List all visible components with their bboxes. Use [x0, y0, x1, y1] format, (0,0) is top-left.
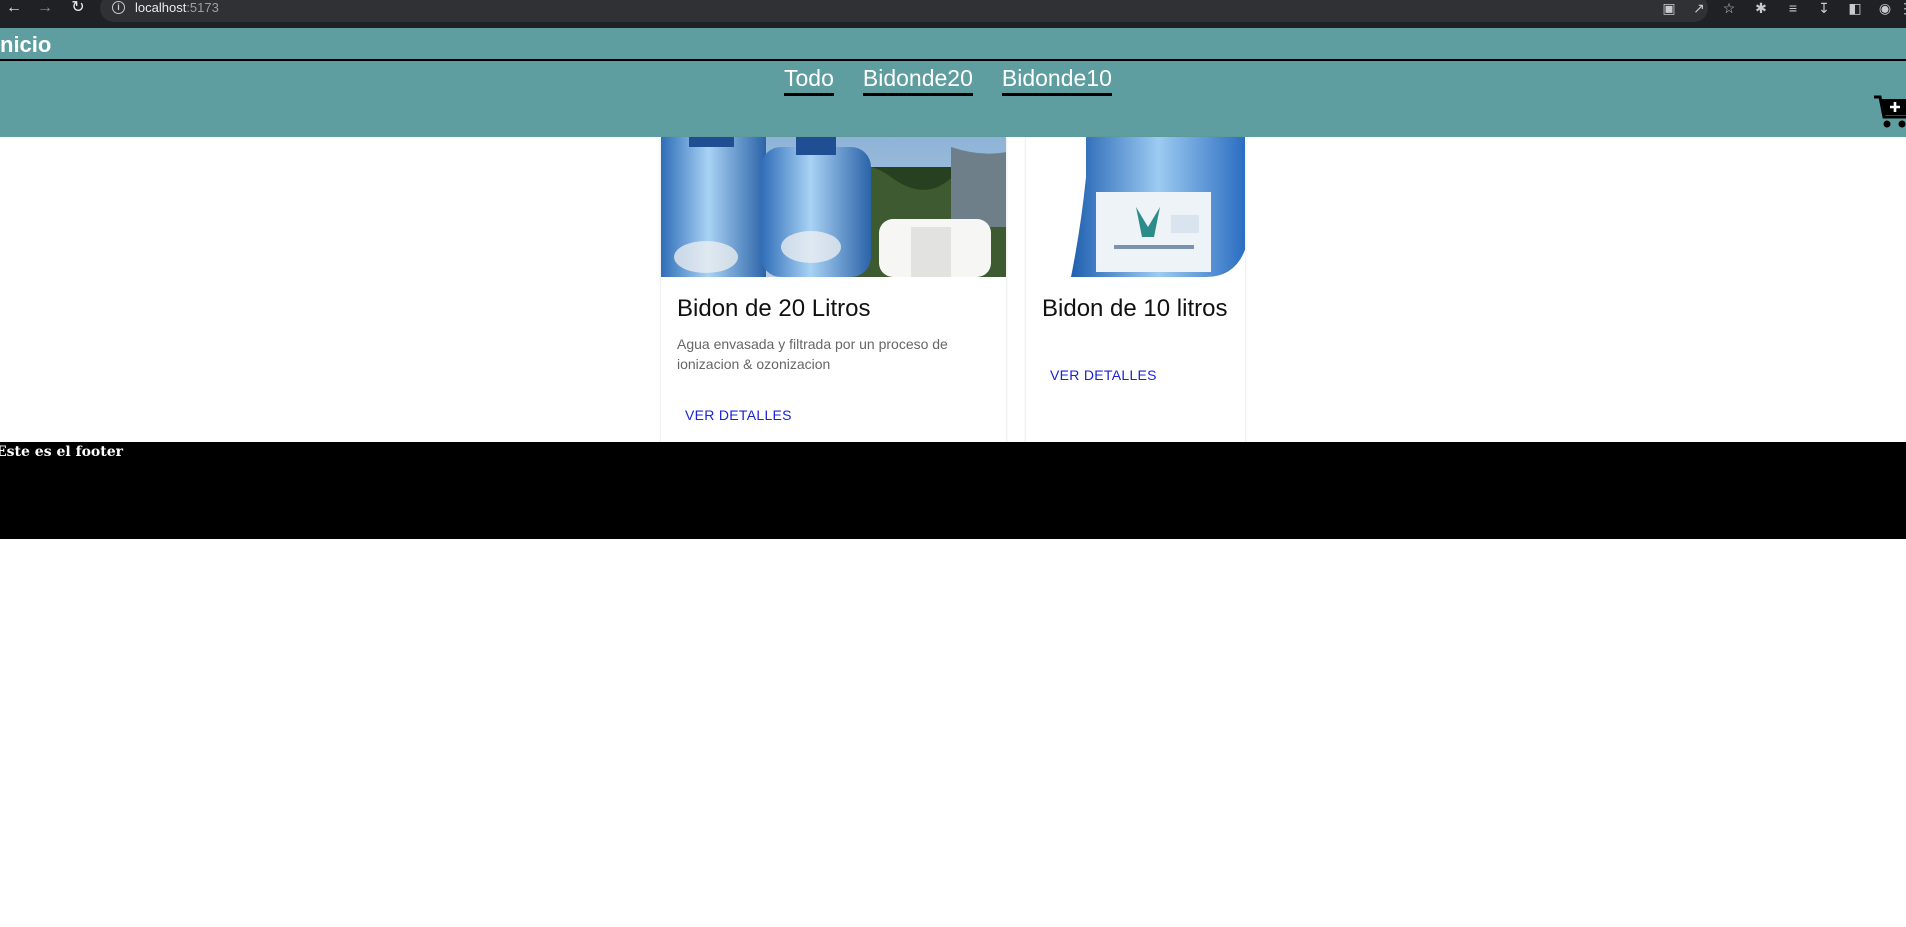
menu-kebab-icon[interactable]: ⋮: [1898, 0, 1906, 16]
app-header: nicio: [0, 28, 1906, 61]
reload-icon[interactable]: ↻: [69, 0, 87, 18]
profile-avatar-icon[interactable]: ◉: [1876, 0, 1894, 16]
product-image-10l: [1026, 137, 1245, 277]
product-card: Bidon de 10 litros VER DETALLES: [1026, 137, 1245, 442]
extensions-icon[interactable]: ✱: [1752, 0, 1770, 16]
site-info-icon[interactable]: i: [112, 1, 125, 14]
footer-text: Este es el footer: [0, 444, 124, 460]
brand-title[interactable]: nicio: [0, 32, 51, 58]
bookmark-star-icon[interactable]: ☆: [1720, 0, 1738, 16]
address-bar[interactable]: [100, 0, 1708, 22]
product-card: Bidon de 20 Litros Agua envasada y filtr…: [661, 137, 1006, 442]
category-nav: Todo Bidonde20 Bidonde10: [0, 61, 1906, 137]
translate-icon[interactable]: ▣: [1660, 0, 1678, 16]
product-description: Agua envasada y filtrada por un proceso …: [677, 336, 948, 372]
ver-detalles-button[interactable]: VER DETALLES: [685, 407, 792, 423]
share-icon[interactable]: ↗: [1690, 0, 1708, 16]
product-title: Bidon de 10 litros: [1042, 295, 1228, 322]
url-text[interactable]: localhost:5173: [135, 0, 219, 15]
side-panel-icon[interactable]: ◧: [1846, 0, 1864, 16]
category-tabs: Todo Bidonde20 Bidonde10: [784, 64, 1112, 96]
product-image-20l: [661, 137, 1006, 277]
back-arrow-icon[interactable]: ←: [5, 0, 23, 18]
product-title: Bidon de 20 Litros: [677, 295, 871, 322]
browser-toolbar: ← → ↻ i localhost:5173 ▣ ↗ ☆ ✱ ≡ ↧ ◧ ◉ ⋮: [0, 0, 1906, 28]
tab-bidonde20[interactable]: Bidonde20: [862, 64, 973, 96]
footer: Este es el footer: [0, 442, 1906, 539]
reading-list-icon[interactable]: ≡: [1784, 0, 1802, 16]
tab-bidonde10[interactable]: Bidonde10: [1001, 64, 1112, 96]
cart-add-icon[interactable]: [1874, 93, 1906, 133]
forward-arrow-icon[interactable]: →: [36, 0, 54, 18]
ver-detalles-button[interactable]: VER DETALLES: [1050, 367, 1157, 383]
download-icon[interactable]: ↧: [1815, 0, 1833, 16]
tab-todo[interactable]: Todo: [784, 64, 834, 96]
